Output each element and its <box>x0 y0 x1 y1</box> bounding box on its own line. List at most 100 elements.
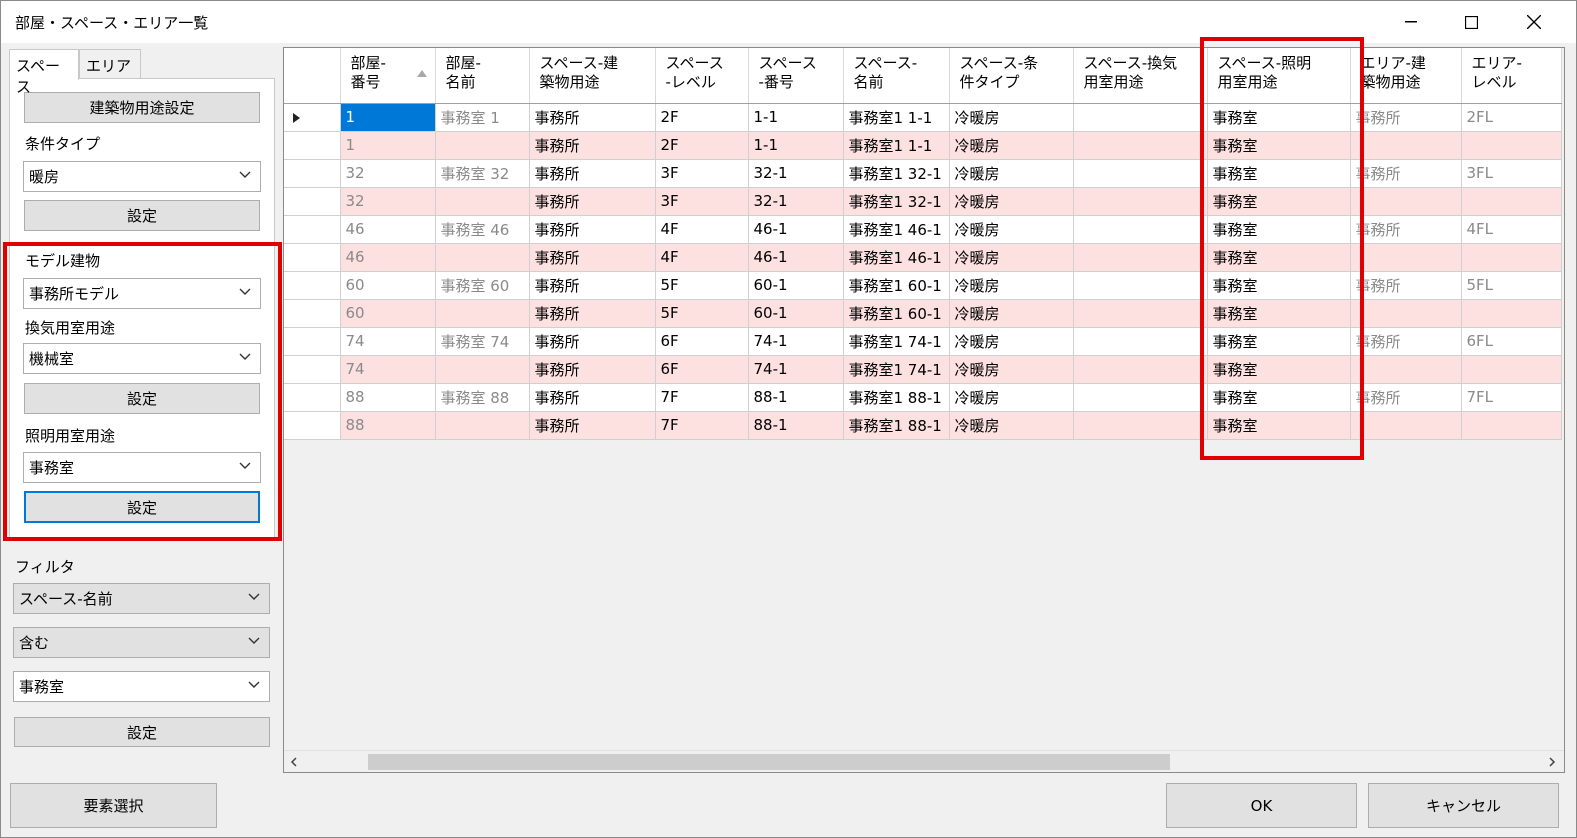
table-cell[interactable]: 3FL <box>1461 159 1562 188</box>
table-cell[interactable]: 事務室 <box>1207 411 1351 440</box>
table-cell[interactable]: 2FL <box>1461 103 1562 132</box>
tab-space[interactable]: スペース <box>9 49 79 96</box>
table-cell[interactable]: 冷暖房 <box>949 215 1074 244</box>
table-row[interactable]: 74 事務所 6F 74-1 事務室1 74-1 冷暖房 事務室 <box>284 355 1562 384</box>
table-cell[interactable]: 冷暖房 <box>949 383 1074 412</box>
table-cell[interactable]: 事務室 88 <box>435 383 530 412</box>
table-cell[interactable]: 事務室 74 <box>435 327 530 356</box>
table-row[interactable]: 32 事務所 3F 32-1 事務室1 32-1 冷暖房 事務室 <box>284 187 1562 216</box>
table-cell[interactable]: 事務室 <box>1207 159 1351 188</box>
table-cell[interactable]: 事務室 <box>1207 103 1351 132</box>
row-header[interactable] <box>284 187 341 216</box>
table-cell[interactable]: 事務室 <box>1207 299 1351 328</box>
column-header-3[interactable]: スペース -レベル <box>655 48 749 104</box>
table-cell[interactable]: 1-1 <box>748 103 844 132</box>
scroll-left-icon[interactable] <box>290 757 298 767</box>
table-cell[interactable]: 46-1 <box>748 215 844 244</box>
table-cell[interactable] <box>1073 159 1208 188</box>
row-header[interactable] <box>284 271 341 300</box>
table-cell[interactable]: 事務所 <box>1350 103 1462 132</box>
row-header[interactable] <box>284 327 341 356</box>
tab-area[interactable]: エリア <box>79 49 141 79</box>
table-cell[interactable]: 事務室1 74-1 <box>843 327 950 356</box>
table-cell[interactable] <box>1073 271 1208 300</box>
table-cell[interactable]: 事務所 <box>529 411 656 440</box>
table-cell[interactable]: 88-1 <box>748 411 844 440</box>
table-cell[interactable]: 88 <box>340 411 436 440</box>
table-cell[interactable]: 4F <box>655 243 749 272</box>
table-cell[interactable] <box>435 187 530 216</box>
table-cell[interactable]: 3F <box>655 187 749 216</box>
table-cell[interactable]: 74-1 <box>748 355 844 384</box>
table-cell[interactable]: 32 <box>340 187 436 216</box>
row-header[interactable] <box>284 299 341 328</box>
table-cell[interactable]: 事務室 <box>1207 383 1351 412</box>
table-cell[interactable]: 事務室 <box>1207 243 1351 272</box>
table-cell[interactable] <box>435 243 530 272</box>
table-cell[interactable]: 1 <box>340 103 436 132</box>
table-cell[interactable]: 6FL <box>1461 327 1562 356</box>
filter-set-button[interactable]: 設定 <box>14 717 270 747</box>
table-cell[interactable]: 事務室1 74-1 <box>843 355 950 384</box>
table-cell[interactable]: 事務所 <box>1350 159 1462 188</box>
column-header-6[interactable]: スペース-条 件タイプ <box>949 48 1074 104</box>
condition-type-select[interactable]: 暖房 <box>23 161 261 192</box>
table-cell[interactable]: 事務室1 60-1 <box>843 271 950 300</box>
table-cell[interactable]: 事務所 <box>529 103 656 132</box>
table-cell[interactable]: 46 <box>340 243 436 272</box>
table-cell[interactable] <box>1461 243 1562 272</box>
column-header-1[interactable]: 部屋- 名前 <box>435 48 530 104</box>
table-cell[interactable] <box>1073 187 1208 216</box>
table-row[interactable]: 74 事務室 74 事務所 6F 74-1 事務室1 74-1 冷暖房 事務室 事務所 6FL <box>284 327 1562 356</box>
lighting-set-button[interactable]: 設定 <box>24 491 260 523</box>
table-cell[interactable]: 事務所 <box>529 299 656 328</box>
table-cell[interactable] <box>1073 411 1208 440</box>
table-cell[interactable] <box>1350 355 1462 384</box>
ok-button[interactable]: OK <box>1166 783 1357 828</box>
row-header[interactable] <box>284 383 341 412</box>
table-cell[interactable]: 事務室 46 <box>435 215 530 244</box>
table-cell[interactable]: 事務所 <box>529 215 656 244</box>
data-grid[interactable]: 部屋- 番号 部屋- 名前 スペース-建 築物用途 スペース -レベル スペース -番号… <box>283 47 1565 773</box>
table-cell[interactable]: 事務室1 32-1 <box>843 159 950 188</box>
table-cell[interactable]: 事務所 <box>529 131 656 160</box>
table-cell[interactable]: 2F <box>655 103 749 132</box>
close-button[interactable] <box>1509 1 1559 43</box>
table-row[interactable]: 1 事務所 2F 1-1 事務室1 1-1 冷暖房 事務室 <box>284 131 1562 160</box>
table-cell[interactable]: 74-1 <box>748 327 844 356</box>
table-cell[interactable]: 88-1 <box>748 383 844 412</box>
cancel-button[interactable]: キャンセル <box>1368 783 1559 828</box>
table-cell[interactable]: 事務所 <box>529 243 656 272</box>
scroll-right-icon[interactable] <box>1548 757 1556 767</box>
table-cell[interactable]: 冷暖房 <box>949 103 1074 132</box>
table-cell[interactable]: 46 <box>340 215 436 244</box>
table-cell[interactable]: 事務室 1 <box>435 103 530 132</box>
building-use-settings-button[interactable]: 建築物用途設定 <box>24 92 260 123</box>
table-row[interactable]: 46 事務室 46 事務所 4F 46-1 事務室1 46-1 冷暖房 事務室 事務所 4FL <box>284 215 1562 244</box>
table-cell[interactable]: 5F <box>655 271 749 300</box>
table-row[interactable]: 60 事務所 5F 60-1 事務室1 60-1 冷暖房 事務室 <box>284 299 1562 328</box>
filter-operator-select[interactable]: 含む <box>13 627 270 658</box>
condition-set-button[interactable]: 設定 <box>24 200 260 231</box>
table-cell[interactable]: 冷暖房 <box>949 299 1074 328</box>
maximize-button[interactable] <box>1446 1 1496 43</box>
table-cell[interactable] <box>1350 131 1462 160</box>
table-cell[interactable] <box>1073 355 1208 384</box>
filter-text-combo[interactable]: 事務室 <box>13 671 270 702</box>
table-cell[interactable]: 事務室1 1-1 <box>843 103 950 132</box>
table-cell[interactable]: 冷暖房 <box>949 271 1074 300</box>
table-cell[interactable]: 事務所 <box>1350 327 1462 356</box>
minimize-button[interactable] <box>1386 1 1436 43</box>
table-cell[interactable]: 冷暖房 <box>949 355 1074 384</box>
horizontal-scrollbar[interactable] <box>284 750 1564 772</box>
table-cell[interactable]: 事務所 <box>529 159 656 188</box>
table-cell[interactable]: 6F <box>655 355 749 384</box>
table-cell[interactable]: 32-1 <box>748 187 844 216</box>
table-cell[interactable]: 事務所 <box>529 327 656 356</box>
column-header-2[interactable]: スペース-建 築物用途 <box>529 48 656 104</box>
model-building-select[interactable]: 事務所モデル <box>23 278 261 309</box>
column-header-7[interactable]: スペース-換気 用室用途 <box>1073 48 1208 104</box>
column-header-5[interactable]: スペース- 名前 <box>843 48 950 104</box>
table-cell[interactable]: 冷暖房 <box>949 243 1074 272</box>
table-cell[interactable]: 7F <box>655 383 749 412</box>
